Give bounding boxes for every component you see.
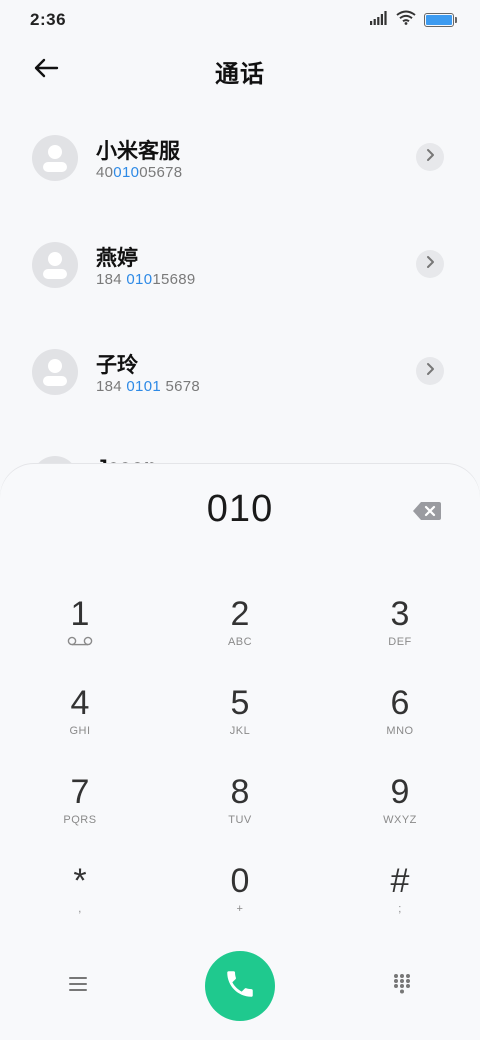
number-prefix: 40	[96, 164, 114, 181]
key-digit: *	[73, 862, 87, 900]
status-bar: 2:36	[0, 0, 480, 40]
number-match: 010	[126, 271, 153, 288]
key-digit: 6	[390, 684, 410, 722]
avatar	[32, 242, 78, 288]
contact-detail-button[interactable]	[416, 143, 444, 171]
key-hash[interactable]: # ;	[340, 861, 460, 941]
contact-number: 184 0101 5678	[96, 378, 200, 395]
dial-panel: 010 1 2 ABC 3 DEF 4 GHI 5 JKL 6 MNO 7 PQ…	[0, 464, 480, 1040]
contact-row[interactable]: 子玲 184 0101 5678	[0, 319, 480, 426]
key-digit: 2	[230, 595, 250, 633]
number-match: 010	[113, 164, 140, 181]
key-8[interactable]: 8 TUV	[180, 772, 300, 852]
chevron-right-icon	[425, 362, 435, 381]
menu-icon	[68, 976, 88, 997]
key-letters: JKL	[229, 725, 251, 737]
key-5[interactable]: 5 JKL	[180, 683, 300, 763]
key-digit: 0	[230, 862, 250, 900]
phone-icon	[223, 967, 257, 1006]
dial-display: 010	[206, 488, 274, 530]
key-digit: 1	[70, 595, 90, 633]
avatar	[32, 349, 78, 395]
key-letters: TUV	[228, 814, 252, 826]
number-match: 0101	[126, 378, 161, 395]
key-0[interactable]: 0 +	[180, 861, 300, 941]
call-button[interactable]	[205, 951, 275, 1021]
header: 通话	[0, 44, 480, 96]
dialpad-toggle-button[interactable]	[388, 972, 416, 1000]
contact-name: 小米客服	[96, 140, 180, 163]
contact-name: 燕婷	[96, 247, 138, 270]
key-digit: 3	[390, 595, 410, 633]
key-6[interactable]: 6 MNO	[340, 683, 460, 763]
number-suffix: 15689	[152, 271, 196, 288]
key-letters: ,	[78, 903, 82, 915]
key-letters: ABC	[227, 636, 253, 648]
voicemail-icon	[67, 636, 93, 650]
key-letters: MNO	[386, 725, 414, 737]
backspace-button[interactable]	[412, 500, 442, 522]
key-letters: ;	[398, 903, 402, 915]
avatar	[32, 135, 78, 181]
key-2[interactable]: 2 ABC	[180, 594, 300, 674]
battery-icon	[424, 13, 457, 27]
signal-icon	[370, 10, 388, 30]
number-suffix: 05678	[139, 164, 183, 181]
chevron-right-icon	[425, 255, 435, 274]
contact-detail-button[interactable]	[416, 250, 444, 278]
backspace-icon	[412, 502, 442, 526]
key-digit: #	[390, 862, 410, 900]
status-icons	[370, 10, 457, 30]
battery-level	[426, 15, 452, 25]
dialpad-icon	[392, 973, 412, 1000]
contact-number: 4001005678	[96, 164, 182, 181]
key-digit: 8	[230, 773, 250, 811]
key-star[interactable]: * ,	[20, 861, 140, 941]
wifi-icon	[396, 10, 416, 30]
key-digit: 9	[390, 773, 410, 811]
key-7[interactable]: 7 PQRS	[20, 772, 140, 852]
status-time: 2:36	[30, 10, 67, 29]
key-digit: 5	[230, 684, 250, 722]
number-prefix: 184	[96, 378, 127, 395]
contact-name: 子玲	[96, 354, 138, 377]
key-4[interactable]: 4 GHI	[20, 683, 140, 763]
number-suffix: 5678	[160, 378, 201, 395]
key-1[interactable]: 1	[20, 594, 140, 674]
key-9[interactable]: 9 WXYZ	[340, 772, 460, 852]
contact-number: 184 01015689	[96, 271, 196, 288]
key-letters: GHI	[69, 725, 91, 737]
key-letters: DEF	[388, 636, 412, 648]
chevron-right-icon	[425, 148, 435, 167]
contact-detail-button[interactable]	[416, 357, 444, 385]
contact-row[interactable]: 燕婷 184 01015689	[0, 212, 480, 319]
key-digit: 4	[70, 684, 90, 722]
number-prefix: 184	[96, 271, 127, 288]
key-letters: PQRS	[63, 814, 97, 826]
key-digit: 7	[70, 773, 90, 811]
contact-row[interactable]: 小米客服 4001005678	[0, 105, 480, 212]
key-letters: +	[236, 903, 244, 915]
page-title: 通话	[215, 61, 265, 88]
menu-button[interactable]	[64, 974, 92, 998]
key-letters: WXYZ	[383, 814, 417, 826]
key-3[interactable]: 3 DEF	[340, 594, 460, 674]
